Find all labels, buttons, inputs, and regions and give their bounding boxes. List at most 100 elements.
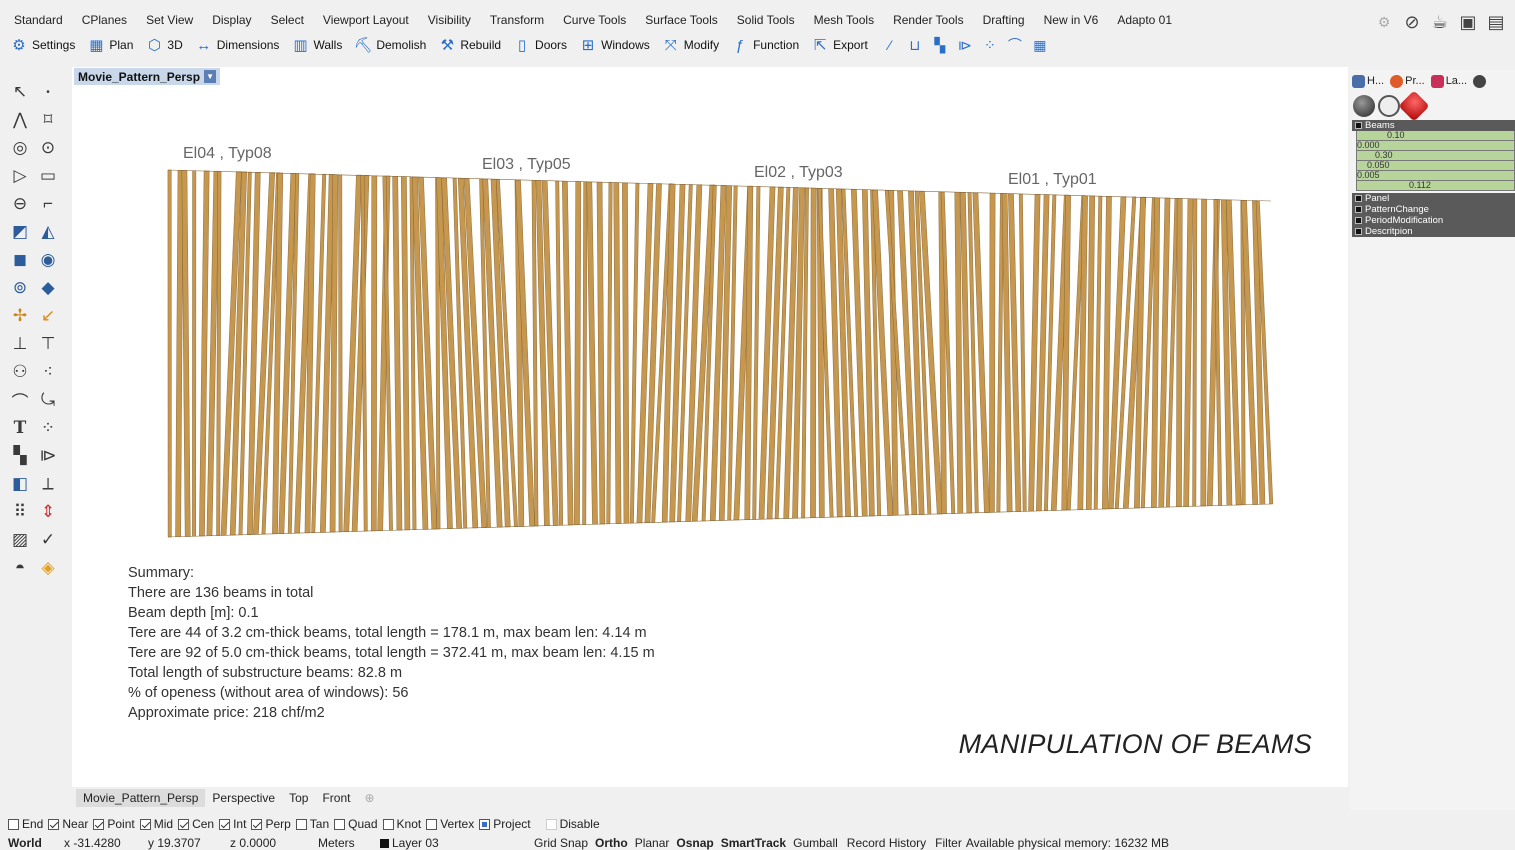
export-button[interactable]: ⇱ Export [811,36,868,54]
tab-curve-tools[interactable]: Curve Tools [563,13,626,27]
arc-icon[interactable]: ⌒ [6,387,34,413]
point-cloud-icon[interactable]: ⁖ [34,359,62,385]
tab-drafting[interactable]: Drafting [983,13,1025,27]
check-icon[interactable]: ✓ [34,527,62,553]
sphere-icon[interactable] [1353,95,1375,117]
mesh-icon[interactable]: ◆ [34,275,62,301]
bracket-tool-icon[interactable]: ⊔ [905,35,925,55]
beam[interactable] [338,174,343,533]
mirror-tool-icon[interactable]: ⧐ [955,35,975,55]
surface-icon[interactable]: ◩ [6,219,34,245]
curve-points-icon[interactable]: ⌑ [34,107,62,133]
tab-surface-tools[interactable]: Surface Tools [645,13,718,27]
smarttrack-toggle[interactable]: SmartTrack [721,836,786,850]
tab-display[interactable]: Display [212,13,251,27]
offset-icon[interactable]: ⊖ [6,191,34,217]
cylinder-icon[interactable]: ⊚ [6,275,34,301]
beam[interactable] [192,170,197,537]
tab-solid-tools[interactable]: Solid Tools [737,13,795,27]
loft-icon[interactable]: ◭ [34,219,62,245]
beam[interactable] [1183,198,1194,507]
osnap-quad[interactable]: Quad [334,817,378,831]
panel-tool-icon[interactable]: ▦ [1030,35,1050,55]
osnap-knot[interactable]: Knot [382,817,421,831]
orient-icon[interactable]: ↙ [34,303,62,329]
panel-tab-layers[interactable]: La... [1430,74,1467,88]
gumball-toggle[interactable]: Gumball [793,836,838,850]
beam[interactable] [989,192,996,513]
viewport-tab-top[interactable]: Top [282,789,315,807]
settings-button[interactable]: ⚙ Settings [10,36,75,54]
osnap-perp[interactable]: Perp [251,817,291,831]
beam[interactable] [401,176,411,531]
tab-standard[interactable]: Standard [14,13,63,27]
tab-visibility[interactable]: Visibility [428,13,471,27]
viewport-tab-perspective[interactable]: Perspective [205,789,282,807]
checkbox[interactable] [479,818,491,830]
array-tool-icon[interactable]: ▚ [930,35,950,55]
checkbox[interactable] [295,818,307,830]
osnap-cen[interactable]: Cen [178,817,214,831]
tab-new-in-v6[interactable]: New in V6 [1044,13,1099,27]
render-box-icon[interactable]: ◧ [6,471,34,497]
ruby-material-icon[interactable] [1398,90,1430,122]
beam[interactable] [167,169,172,538]
osnap-int[interactable]: Int [219,817,246,831]
group-beams[interactable]: Beams [1352,120,1515,131]
layout-icon[interactable]: ▣ [1457,11,1479,33]
checkbox[interactable] [48,818,60,830]
osnap-near[interactable]: Near [48,817,88,831]
beam[interactable] [1093,195,1103,510]
viewport-tab-front[interactable]: Front [315,789,357,807]
osnap-mid[interactable]: Mid [139,817,173,831]
planar-toggle[interactable]: Planar [635,836,670,850]
point-icon[interactable]: • [34,79,62,105]
paint-icon[interactable]: ◈ [34,555,62,581]
osnap-disable[interactable]: Disable [545,817,600,831]
polyline-icon[interactable]: ⋀ [6,107,34,133]
no-entry-icon[interactable]: ⊘ [1401,11,1423,33]
beam[interactable] [175,170,184,537]
beam[interactable] [596,181,606,525]
checkbox[interactable] [139,818,151,830]
osnap-vertex[interactable]: Vertex [426,817,474,831]
viewport-title[interactable]: Movie_Pattern_Persp ▼ [74,68,221,85]
beam[interactable] [392,176,403,531]
panel-tab-help[interactable]: H... [1352,74,1384,88]
layer-label[interactable]: Layer 03 [392,836,534,850]
expand-toggle-icon[interactable] [1355,228,1362,235]
expand-toggle-icon[interactable] [1355,217,1362,224]
tab-transform[interactable]: Transform [490,13,544,27]
doors-button[interactable]: ▯ Doors [513,36,567,54]
circle-icon[interactable]: ◎ [6,135,34,161]
beam[interactable] [1176,198,1183,507]
beam-slider[interactable]: 0.10 [1356,130,1515,141]
beam[interactable] [622,182,630,524]
layer-swatch[interactable] [380,838,389,848]
checkbox[interactable] [178,818,190,830]
filter-toggle[interactable]: Filter [935,836,962,850]
osnap-point[interactable]: Point [93,817,135,831]
checkbox[interactable] [426,818,438,830]
beam[interactable] [1192,198,1198,507]
group-description[interactable]: Descritpion [1352,226,1515,237]
osnap-end[interactable]: End [8,817,43,831]
checkbox[interactable] [545,818,557,830]
tab-viewport-layout[interactable]: Viewport Layout [323,13,409,27]
dimensions-button[interactable]: ↔ Dimensions [195,36,279,54]
beam[interactable] [1200,198,1207,507]
beam[interactable] [752,186,761,520]
add-viewport-icon[interactable]: ⊕ [357,789,381,807]
expand-toggle-icon[interactable] [1355,206,1362,213]
analyze-icon[interactable]: ◓ [6,555,34,581]
box-icon[interactable]: ◼ [6,247,34,273]
tab-render-tools[interactable]: Render Tools [893,13,964,27]
window-frame-icon[interactable]: ▤ [1485,11,1507,33]
rectangle-icon[interactable]: ▭ [34,163,62,189]
trim-icon[interactable]: ⊥ [6,331,34,357]
select-arrow-icon[interactable]: ↖ [6,79,34,105]
dimension-vertical-icon[interactable]: ⇕ [34,499,62,525]
group-icon[interactable]: ⚇ [6,359,34,385]
osnap-toggle[interactable]: Osnap [676,836,713,850]
beam-slider[interactable]: 0.112 [1356,180,1515,191]
